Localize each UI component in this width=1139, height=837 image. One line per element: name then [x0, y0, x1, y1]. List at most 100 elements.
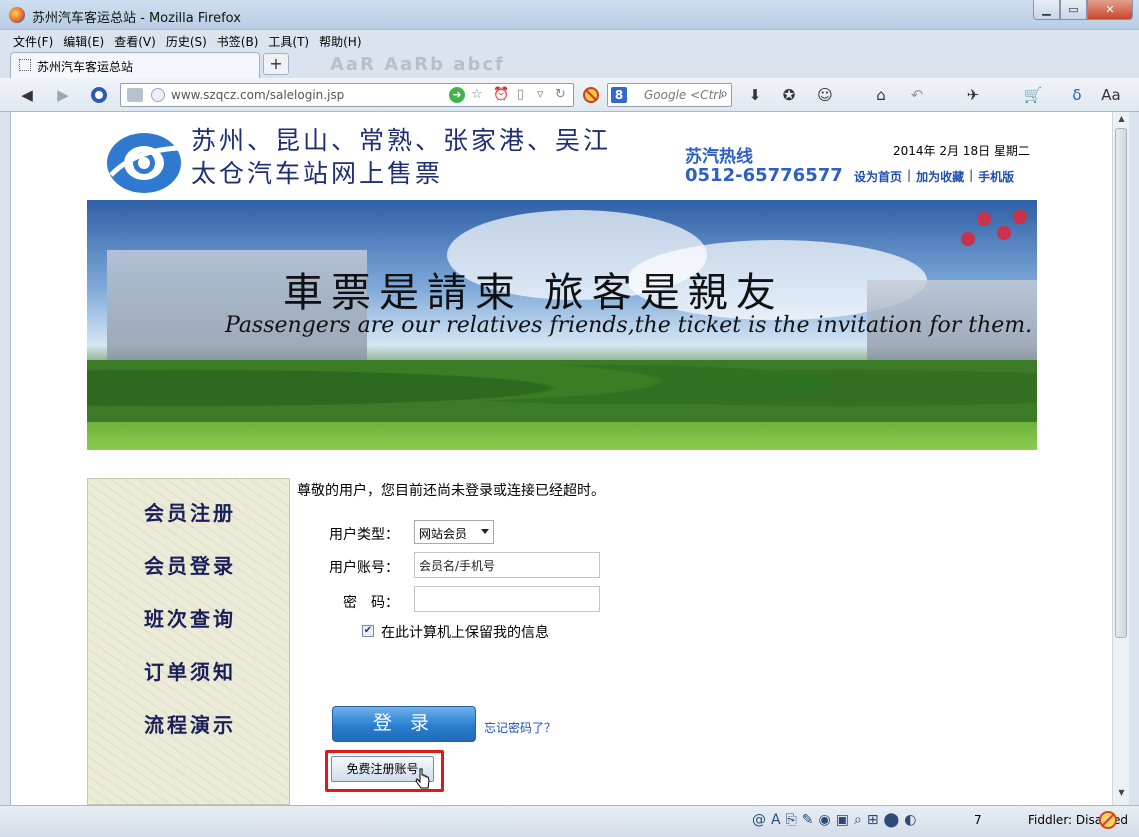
cart-icon[interactable]: 🛒 — [1018, 84, 1048, 106]
hotline-label: 苏汽热线 — [685, 147, 753, 167]
status-grid-icon[interactable]: ⊞ — [867, 812, 879, 828]
close-button[interactable]: ✕ — [1087, 0, 1133, 20]
maximize-button[interactable]: ▭ — [1060, 0, 1087, 20]
navigation-toolbar: ◀ ▶ www.szqcz.com/salelogin.jsp ➜ ☆ ⏰ ▯ … — [0, 78, 1139, 112]
home-orb-icon[interactable] — [88, 84, 110, 106]
menu-bar: 文件(F) 编辑(E) 查看(V) 历史(S) 书签(B) 工具(T) 帮助(H… — [0, 30, 1139, 50]
search-box[interactable]: 8 Google <Ctrl ⌕ — [607, 83, 732, 107]
status-zoom-icon[interactable]: ⌕ — [854, 812, 862, 828]
extension-icon[interactable]: ✪ — [778, 84, 800, 106]
url-text: www.szqcz.com/salelogin.jsp — [171, 88, 345, 102]
reload-icon[interactable]: ↻ — [555, 87, 566, 102]
status-share-icon[interactable]: ⎘ — [786, 812, 797, 828]
mobile-version-link[interactable]: 手机版 — [973, 168, 1019, 185]
page-viewport: 苏州、昆山、常熟、张家港、吴江 太仓汽车站网上售票 苏汽热线 0512-6577… — [10, 112, 1112, 805]
download-icon[interactable]: ⬇ — [744, 84, 766, 106]
scroll-down-icon[interactable]: ▼ — [1116, 788, 1127, 799]
status-window-icon[interactable]: ▣ — [836, 812, 849, 828]
back-icon[interactable]: ◀ — [16, 84, 38, 106]
scroll-thumb[interactable] — [1115, 128, 1127, 638]
bookmark-star-icon[interactable]: ☆ — [471, 87, 483, 102]
remember-checkbox[interactable]: ✔ — [362, 625, 374, 637]
search-engine-icon[interactable]: 8 — [611, 87, 627, 103]
alarm-icon[interactable]: ⏰ — [493, 87, 509, 102]
status-at-icon[interactable]: @ — [752, 812, 766, 828]
login-button[interactable]: 登 录 — [332, 706, 476, 742]
status-font-icon[interactable]: A — [771, 812, 781, 828]
status-edit-icon[interactable]: ✎ — [802, 812, 814, 828]
tab-szqcz[interactable]: 苏州汽车客运总站 — [10, 52, 260, 78]
banner-slogan-en: Passengers are our relatives friends,the… — [225, 313, 1033, 338]
undo-icon[interactable]: ↶ — [906, 84, 928, 106]
status-globe-icon[interactable]: ◐ — [904, 812, 916, 828]
search-icon[interactable]: ⌕ — [720, 86, 728, 102]
globe-icon — [151, 88, 165, 102]
top-links: 设为首页 | 加为收藏 | 手机版 — [849, 168, 1019, 185]
account-label: 用户账号： — [329, 560, 399, 576]
site-identity-icon[interactable] — [127, 88, 143, 102]
block-icon[interactable] — [1099, 811, 1117, 829]
menu-file[interactable]: 文件(F) — [8, 30, 58, 50]
user-type-label: 用户类型： — [329, 527, 399, 543]
aa-share-icon[interactable]: δ — [1066, 84, 1088, 106]
mouse-pointer-icon — [415, 768, 430, 789]
lawn — [87, 422, 1037, 450]
status-mask-icon[interactable]: ◉ — [819, 812, 831, 828]
tab-bar: 苏州汽车客运总站 + AaR AaRb abcf — [0, 50, 1139, 78]
site-title-line1: 苏州、昆山、常熟、张家港、吴江 — [191, 126, 612, 155]
forward-icon[interactable]: ▶ — [52, 84, 74, 106]
wrench-icon[interactable]: ✈ — [962, 84, 984, 106]
phone-icon[interactable]: ▯ — [517, 87, 524, 102]
favicon-placeholder-icon — [19, 59, 31, 71]
login-notice: 尊敬的用户，您目前还尚未登录或连接已经超时。 — [297, 483, 605, 499]
status-bar: @ A ⎘ ✎ ◉ ▣ ⌕ ⊞ ⬤ ◐ 7 Fiddler: Disabled — [0, 805, 1139, 837]
menu-history[interactable]: 历史(S) — [161, 30, 212, 50]
home-icon[interactable]: ⌂ — [870, 84, 892, 106]
remember-label: 在此计算机上保留我的信息 — [381, 625, 549, 641]
side-menu-process-demo[interactable]: 流程演示 — [144, 709, 236, 738]
status-count: 7 — [974, 813, 982, 827]
account-input[interactable] — [414, 552, 600, 578]
side-menu-order-notes[interactable]: 订单须知 — [144, 656, 236, 685]
menu-view[interactable]: 查看(V) — [109, 30, 161, 50]
faded-toolbar-overlay: AaR AaRb abcf — [330, 54, 505, 75]
reader-icon[interactable]: Aa — [1100, 84, 1122, 106]
tree-line — [87, 360, 1037, 430]
flower-shape — [997, 226, 1011, 240]
hotline-number: 0512-65776577 — [685, 165, 843, 186]
banner-slogan-cn: 車票是請柬 旅客是親友 — [283, 270, 784, 316]
menu-edit[interactable]: 编辑(E) — [58, 30, 109, 50]
side-menu-login[interactable]: 会员登录 — [144, 550, 236, 579]
site-title-line2: 太仓汽车站网上售票 — [191, 159, 444, 188]
scroll-up-icon[interactable]: ▲ — [1116, 114, 1127, 125]
user-type-select[interactable]: 网站会员 — [414, 520, 494, 544]
szqcz-logo — [107, 133, 181, 193]
menu-help[interactable]: 帮助(H) — [314, 30, 366, 50]
menu-bookmarks[interactable]: 书签(B) — [212, 30, 264, 50]
hero-banner: 車票是請柬 旅客是親友 Passengers are our relatives… — [87, 200, 1037, 450]
new-tab-button[interactable]: + — [263, 53, 289, 75]
add-favorite-link[interactable]: 加为收藏 — [911, 168, 969, 185]
vertical-scrollbar[interactable]: ▲ ▼ — [1112, 112, 1129, 805]
side-menu-register[interactable]: 会员注册 — [144, 497, 236, 526]
window-controls: ▁ ▭ ✕ — [1033, 0, 1133, 20]
menu-tools[interactable]: 工具(T) — [263, 30, 314, 50]
minimize-button[interactable]: ▁ — [1033, 0, 1060, 20]
chevron-down-icon — [481, 529, 489, 534]
status-icons: @ A ⎘ ✎ ◉ ▣ ⌕ ⊞ ⬤ ◐ — [752, 812, 916, 828]
side-menu-schedule[interactable]: 班次查询 — [144, 603, 236, 632]
search-placeholder: Google <Ctrl — [644, 88, 722, 102]
password-input[interactable] — [414, 586, 600, 612]
go-icon[interactable]: ➜ — [449, 87, 465, 103]
forgot-password-link[interactable]: 忘记密码了？ — [484, 719, 556, 736]
address-bar[interactable]: www.szqcz.com/salelogin.jsp ➜ ☆ ⏰ ▯ ▿ ↻ — [120, 83, 574, 107]
status-camera-icon[interactable]: ⬤ — [884, 812, 900, 828]
flower-shape — [961, 232, 975, 246]
set-homepage-link[interactable]: 设为首页 — [849, 168, 907, 185]
flower-shape — [977, 212, 991, 226]
firefox-icon — [9, 7, 25, 23]
user-type-value: 网站会员 — [419, 527, 468, 541]
smiley-icon[interactable]: ☺ — [814, 84, 836, 106]
block-icon[interactable] — [580, 84, 602, 106]
dropdown-arrow-icon[interactable]: ▿ — [537, 87, 544, 102]
